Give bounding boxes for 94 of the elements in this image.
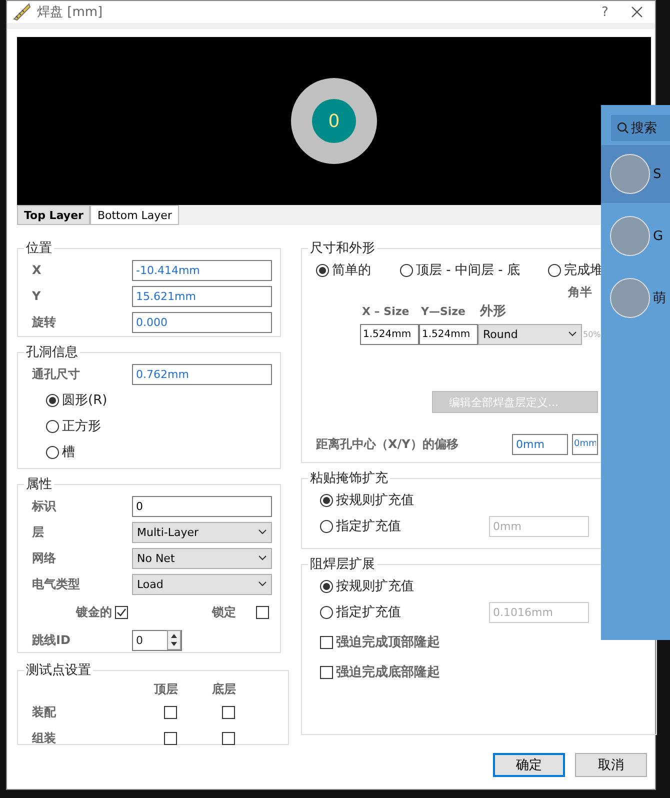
radio-label: 按规则扩充值 — [336, 578, 415, 595]
dropdown[interactable]: Multi-Layer — [132, 522, 272, 542]
checkbox[interactable] — [222, 706, 235, 718]
group-title: 尺寸和外形 — [309, 240, 376, 257]
layer-tab[interactable]: Bottom Layer — [90, 205, 179, 225]
chevron-down-icon — [258, 555, 267, 561]
ruler-pencil-icon — [13, 3, 31, 21]
ok-button[interactable]: 确定 — [493, 753, 565, 777]
search-icon — [617, 122, 629, 134]
group-title: 属性 — [25, 476, 53, 493]
window-title: 焊盘 [mm] — [37, 4, 104, 21]
field-label: 网络 — [32, 550, 57, 566]
field-label: X — [32, 263, 42, 277]
checkbox-label: 强迫完成顶部隆起 — [336, 634, 440, 651]
checkbox[interactable] — [115, 606, 128, 618]
group-title: 孔洞信息 — [25, 344, 79, 361]
radio-button[interactable] — [320, 606, 333, 618]
checkbox[interactable] — [222, 732, 235, 744]
contact-name: S — [653, 166, 662, 182]
chevron-down-icon — [258, 529, 267, 535]
contact-name: G — [653, 228, 664, 244]
input-field[interactable]: 15.621mm — [132, 286, 272, 306]
spin-field[interactable]: 0 — [132, 630, 182, 650]
contact-item[interactable]: 萌 — [601, 269, 670, 327]
radio-label: 正方形 — [62, 418, 101, 435]
radio-button[interactable] — [316, 264, 329, 276]
chevron-down-icon — [258, 581, 267, 587]
radio-button[interactable] — [548, 264, 561, 276]
close-icon[interactable] — [631, 6, 643, 18]
checkbox[interactable] — [320, 636, 333, 648]
row-label: 组装 — [32, 730, 57, 746]
field-label: 角半 — [568, 284, 593, 300]
contact-item[interactable]: G — [601, 207, 670, 265]
radio-label: 按规则扩充值 — [336, 492, 415, 509]
column-header: 底层 — [212, 680, 237, 698]
search-field[interactable]: 搜索 — [611, 115, 670, 141]
radio-label: 顶层 - 中间层 - 底 — [416, 262, 520, 279]
field-label: 旋转 — [32, 314, 57, 330]
avatar — [610, 154, 650, 194]
cancel-button[interactable]: 取消 — [575, 753, 647, 777]
radio-button[interactable] — [320, 520, 333, 532]
radio-label: 指定扩充值 — [336, 518, 402, 535]
input-field[interactable]: 0mm — [512, 434, 568, 454]
column-header: 外形 — [480, 303, 507, 320]
field-label: 距离孔中心（X/Y）的偏移 — [316, 436, 460, 452]
checkbox-label: 锁定 — [210, 604, 237, 620]
input-field[interactable]: 1.524mm — [360, 324, 419, 344]
dropdown[interactable]: Round — [478, 324, 582, 344]
radio-label: 圆形(R) — [62, 392, 108, 409]
column-header: 顶层 — [154, 680, 179, 698]
column-header: Y—Size — [421, 304, 467, 318]
input-field[interactable]: -10.414mm — [132, 260, 272, 280]
group-title: 阻焊层扩展 — [309, 556, 376, 573]
spinner-arrows-icon[interactable] — [167, 630, 181, 650]
radio-label: 槽 — [62, 444, 75, 461]
field-label: 标识 — [32, 498, 58, 514]
checkbox[interactable] — [256, 606, 269, 618]
dropdown[interactable]: No Net — [132, 548, 272, 568]
checkbox-label: 镀金的 — [74, 604, 113, 620]
layer-tab[interactable]: Top Layer — [17, 205, 90, 225]
input-field[interactable]: 0 — [132, 496, 272, 516]
input-field[interactable]: 0.762mm — [132, 364, 272, 384]
field-label: 跳线ID — [32, 632, 72, 648]
contact-name: 萌 — [653, 290, 666, 307]
radio-button[interactable] — [46, 394, 59, 406]
radio-button[interactable] — [320, 580, 333, 592]
input-field[interactable]: 0.000 — [132, 312, 272, 332]
column-header: X – Size — [362, 304, 410, 318]
checkbox[interactable] — [164, 706, 177, 718]
group-title: 粘贴掩饰扩充 — [309, 470, 389, 487]
radio-button[interactable] — [400, 264, 413, 276]
radio-button[interactable] — [46, 420, 59, 432]
group-title: 位置 — [25, 240, 53, 257]
group-title: 测试点设置 — [25, 662, 92, 679]
radio-button[interactable] — [46, 446, 59, 458]
dropdown[interactable]: Load — [132, 574, 272, 594]
contact-item[interactable]: S — [601, 145, 670, 203]
checkbox-label: 强迫完成底部隆起 — [336, 664, 440, 681]
radio-button[interactable] — [320, 494, 333, 506]
field-label: 通孔尺寸 — [32, 366, 81, 382]
row-label: 装配 — [32, 704, 57, 720]
field-label: 电气类型 — [32, 576, 81, 592]
help-button[interactable]: ? — [585, 4, 625, 20]
field-label: Y — [32, 289, 42, 303]
avatar — [610, 216, 650, 256]
radio-label: 简单的 — [332, 262, 371, 279]
avatar — [610, 278, 650, 318]
input-field[interactable]: 1.524mm — [419, 324, 478, 344]
radio-label: 指定扩充值 — [336, 604, 402, 621]
checkbox[interactable] — [320, 666, 333, 678]
chevron-down-icon — [568, 331, 577, 337]
pad-label: 0 — [328, 110, 340, 132]
checkbox[interactable] — [164, 732, 177, 744]
field-label: 层 — [32, 524, 45, 540]
